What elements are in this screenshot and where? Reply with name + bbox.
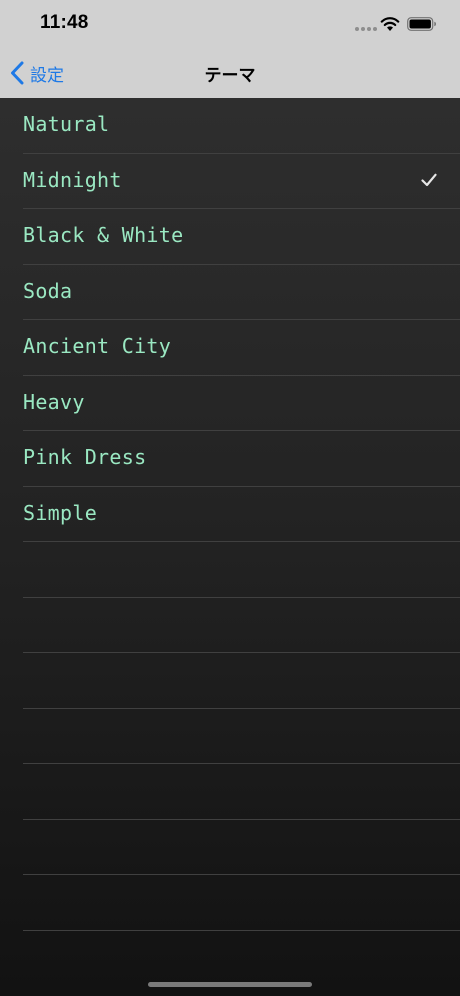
theme-label: Heavy [23, 389, 85, 414]
empty-row [23, 820, 460, 875]
theme-label: Soda [23, 278, 73, 303]
battery-icon [407, 17, 436, 31]
navigation-bar: 設定 テーマ [0, 48, 460, 98]
theme-label: Black & White [23, 223, 184, 247]
theme-row-heavy[interactable]: Heavy [23, 376, 460, 431]
empty-row [23, 542, 460, 598]
theme-label: Ancient City [23, 334, 172, 358]
status-time: 11:48 [40, 12, 89, 33]
theme-row-pink-dress[interactable]: Pink Dress [23, 431, 460, 487]
checkmark-icon [421, 173, 437, 186]
status-bar: 11:48 [0, 0, 460, 48]
empty-row [23, 764, 460, 820]
wifi-icon [380, 17, 400, 31]
empty-row [23, 653, 460, 709]
theme-label: Midnight [23, 167, 122, 192]
theme-row-ancient-city[interactable]: Ancient City [23, 320, 460, 376]
empty-row [23, 875, 460, 931]
theme-label: Simple [23, 500, 98, 525]
theme-row-simple[interactable]: Simple [23, 487, 460, 542]
signal-dots-icon [355, 27, 377, 31]
home-indicator [148, 982, 312, 987]
theme-label: Natural [23, 112, 110, 136]
empty-row [23, 598, 460, 653]
theme-row-black-and-white[interactable]: Black & White [23, 209, 460, 265]
page-title: テーマ [204, 66, 256, 86]
theme-row-soda[interactable]: Soda [23, 265, 460, 320]
theme-row-natural[interactable]: Natural [23, 98, 460, 154]
theme-label: Pink Dress [23, 445, 147, 469]
theme-list: Natural Midnight Black & White Soda Anci… [0, 98, 460, 996]
theme-row-midnight[interactable]: Midnight [23, 154, 460, 209]
empty-row [23, 709, 460, 764]
